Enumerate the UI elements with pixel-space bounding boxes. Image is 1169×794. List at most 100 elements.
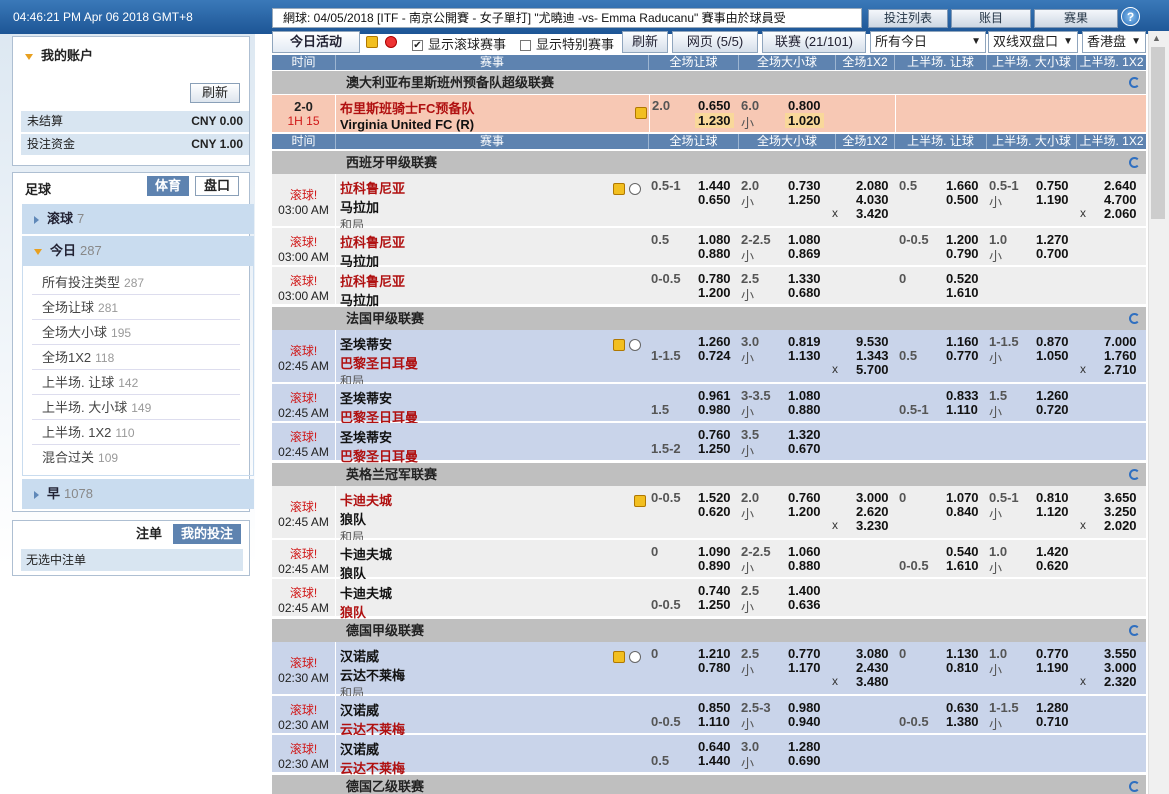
odds-region-select[interactable]: 香港盘 ▼: [1082, 31, 1146, 53]
tv-icon[interactable]: [629, 651, 641, 663]
refresh-icon[interactable]: [1129, 77, 1140, 88]
nav-item-all[interactable]: 所有投注类型 287: [32, 270, 240, 295]
chevron-right-icon: [34, 490, 39, 499]
dropdown-arrow-icon: ▼: [971, 36, 981, 47]
scrollbar[interactable]: ▲: [1148, 31, 1169, 794]
favorite-star-icon[interactable]: [613, 339, 625, 351]
table-row: 滚球! 02:45 AM 圣埃蒂安 巴黎圣日耳曼 1.5-2 0.760 1.250…: [272, 423, 1146, 464]
table-row: 滚球! 03:00 AM 拉科鲁尼亚 马拉加 0-0.5 0.780 1.200 2…: [272, 267, 1146, 308]
show-special-checkbox[interactable]: 显示特别赛事: [520, 34, 614, 53]
nav-item-over-under[interactable]: 全场大小球 195: [32, 320, 240, 345]
favorite-star-icon[interactable]: [635, 107, 647, 119]
results-button[interactable]: 赛果: [1034, 9, 1118, 28]
nav-early[interactable]: 早 1078: [22, 479, 254, 509]
league-row[interactable]: 德国乙级联赛: [272, 775, 1146, 794]
betslip-empty: 无选中注单: [21, 549, 243, 571]
tab-my-bets[interactable]: 我的投注: [173, 524, 241, 544]
table-row: 滚球! 02:45 AM 卡迪夫城 狼队 0-0.5 0.740 1.250 2.5…: [272, 579, 1146, 620]
league-row[interactable]: 德国甲级联赛: [272, 619, 1146, 642]
tv-icon[interactable]: [629, 183, 641, 195]
table-row: 滚球! 03:00 AM 拉科鲁尼亚 马拉加 0.5 1.080 0.880 2-2…: [272, 228, 1146, 269]
match-time-cell: 2-0 1H 15: [272, 95, 336, 132]
news-ticker[interactable]: 網球: 04/05/2018 [ITF - 南京公開賽 - 女子單打] "尤曉迪…: [272, 8, 862, 28]
chevron-down-icon: [34, 248, 42, 255]
nav-item-1x2[interactable]: 全场1X2 118: [32, 345, 240, 370]
betslip-panel: 注单 我的投注 无选中注单: [12, 520, 250, 576]
bet-list-button[interactable]: 投注列表: [868, 9, 948, 28]
table-header: 时间 赛事 全场让球 全场大小球 全场1X2 上半场. 让球 上半场. 大小球 …: [272, 134, 1146, 149]
nav-today[interactable]: 今日 287: [22, 236, 254, 266]
tab-markets[interactable]: 盘口: [195, 176, 239, 196]
unsettled-row: 未结算 CNY 0.00: [21, 111, 249, 132]
statement-button[interactable]: 账目: [951, 9, 1031, 28]
league-row[interactable]: 英格兰冠军联赛: [272, 463, 1146, 486]
league-row[interactable]: 澳大利亚布里斯班州预备队超级联赛: [272, 71, 1146, 94]
odds[interactable]: 1.230: [695, 113, 734, 128]
scroll-up-icon[interactable]: ▲: [1152, 33, 1161, 43]
refresh-icon[interactable]: [1129, 781, 1140, 792]
handicap-line: 2.0: [652, 98, 671, 113]
help-icon[interactable]: ?: [1121, 7, 1140, 26]
nav-item-parlay[interactable]: 混合过关 109: [32, 445, 240, 470]
nav-item-fh-1x2[interactable]: 上半场. 1X2 110: [32, 420, 240, 445]
nav-item-fh-handicap[interactable]: 上半场. 让球 142: [32, 370, 240, 395]
nav-item-fh-over-under[interactable]: 上半场. 大小球 149: [32, 395, 240, 420]
account-panel: 我的账户 刷新 未结算 CNY 0.00 投注资金 CNY 1.00: [12, 36, 250, 166]
team-names: 布里斯班骑士FC预备队 Virginia United FC (R): [340, 98, 474, 132]
favorite-star-icon[interactable]: [613, 183, 625, 195]
tab-today-events[interactable]: 今日活动: [272, 31, 360, 53]
ou-line: 6.0: [741, 98, 760, 113]
odds-grid: 时间 赛事 全场让球 全场大小球 全场1X2 上半场. 让球 上半场. 大小球 …: [272, 55, 1146, 794]
odds[interactable]: 0.650: [698, 98, 731, 113]
favorite-star-icon[interactable]: [634, 495, 646, 507]
refresh-button[interactable]: 刷新: [622, 31, 668, 53]
refresh-icon[interactable]: [1129, 469, 1140, 480]
sports-panel: 足球 体育 盘口 滚球 7 今日 287 所有投注类型 287 全场让球 281 全场大…: [12, 172, 254, 512]
favorites-icon[interactable]: [366, 36, 378, 48]
odds[interactable]: 0.800: [788, 98, 821, 113]
col-ft-handicap: 全场让球: [649, 55, 739, 70]
odds-type-select[interactable]: 双线双盘口 ▼: [988, 31, 1078, 53]
table-row: 滚球! 02:45 AM 圣埃蒂安 巴黎圣日耳曼 和局 1-1.5 1.260 0.7…: [272, 330, 1146, 388]
dropdown-arrow-icon: ▼: [1131, 36, 1141, 47]
col-fh-handicap: 上半场. 让球: [895, 55, 987, 70]
live-tv-icon[interactable]: [385, 36, 397, 48]
account-title[interactable]: 我的账户: [25, 45, 93, 64]
nav-live[interactable]: 滚球 7: [22, 204, 254, 234]
odds[interactable]: 1.020: [785, 113, 824, 128]
account-refresh-button[interactable]: 刷新: [190, 83, 240, 103]
table-row: 滚球! 03:00 AM 拉科鲁尼亚 马拉加 和局 0.5-1 1.440 0.650…: [272, 174, 1146, 232]
col-ft-1x2: 全场1X2: [836, 55, 895, 70]
table-row: 滚球! 02:45 AM 圣埃蒂安 巴黎圣日耳曼 1.5 0.961 0.980 3…: [272, 384, 1146, 425]
tab-sports[interactable]: 体育: [147, 176, 189, 196]
refresh-icon[interactable]: [1129, 157, 1140, 168]
clock: 04:46:21 PM Apr 06 2018 GMT+8: [13, 10, 193, 24]
today-list: 所有投注类型 287 全场让球 281 全场大小球 195 全场1X2 118 上半场.…: [22, 266, 254, 476]
live-period: 1H 15: [287, 114, 320, 128]
scrollbar-thumb[interactable]: [1151, 47, 1165, 219]
league-row[interactable]: 法国甲级联赛: [272, 307, 1146, 330]
table-row: 滚球! 02:45 AM 卡迪夫城 狼队 0 1.090 0.890 2-2.5 小…: [272, 540, 1146, 581]
show-live-checkbox[interactable]: ✔ 显示滚球赛事: [412, 34, 506, 53]
table-header: 时间 赛事 全场让球 全场大小球 全场1X2 上半场. 让球 上半场. 大小球 …: [272, 55, 1146, 70]
page-button[interactable]: 网页 (5/5): [672, 31, 758, 53]
refresh-icon[interactable]: [1129, 625, 1140, 636]
favorite-star-icon[interactable]: [613, 651, 625, 663]
col-ft-ou: 全场大小球: [739, 55, 836, 70]
col-event: 赛事: [336, 55, 649, 70]
nav-item-handicap[interactable]: 全场让球 281: [32, 295, 240, 320]
table-row: 滚球! 02:30 AM 汉诺威 云达不莱梅 0.5 0.640 1.440 3.0…: [272, 735, 1146, 776]
top-bar: 04:46:21 PM Apr 06 2018 GMT+8 網球: 04/05/…: [0, 0, 1169, 34]
col-fh-1x2: 上半场. 1X2: [1079, 55, 1144, 69]
league-select-button[interactable]: 联赛 (21/101): [762, 31, 866, 53]
league-row[interactable]: 西班牙甲级联赛: [272, 151, 1146, 174]
table-row: 2-0 1H 15 布里斯班骑士FC预备队 Virginia United FC…: [272, 95, 1146, 133]
tv-icon[interactable]: [629, 339, 641, 351]
refresh-icon[interactable]: [1129, 313, 1140, 324]
date-filter-select[interactable]: 所有今日 ▼: [870, 31, 986, 53]
collapse-icon: [25, 53, 33, 60]
col-fh-ou: 上半场. 大小球: [987, 55, 1077, 70]
tab-betslip[interactable]: 注单: [129, 524, 169, 544]
away-team: Virginia United FC (R): [340, 117, 475, 132]
left-sidebar: 我的账户 刷新 未结算 CNY 0.00 投注资金 CNY 1.00 足球 体育 盘…: [0, 34, 255, 794]
